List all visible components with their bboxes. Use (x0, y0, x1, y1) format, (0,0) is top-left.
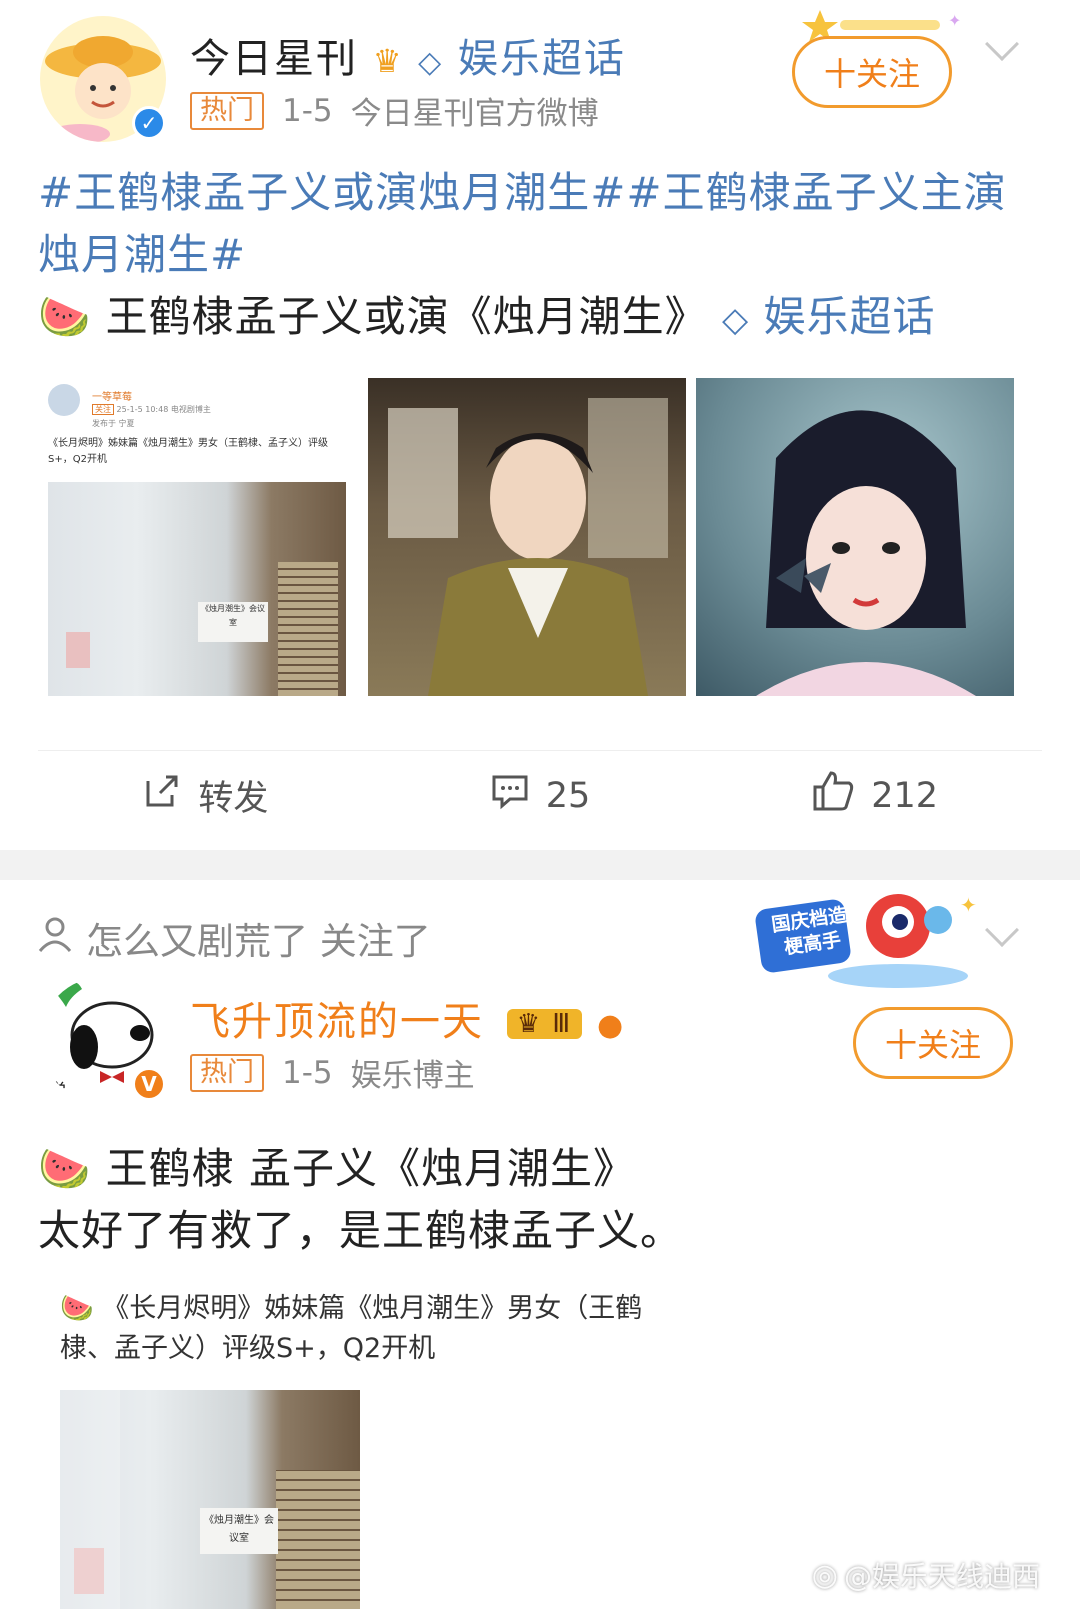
post-card: 怎么又剧荒了 关注了 ✦ 国庆档造梗高手 学 V 飞升顶流的一天 ♛ Ⅲ ● 热… (0, 880, 1080, 1609)
verified-badge-icon: V (132, 1067, 166, 1101)
thumb-avatar (48, 384, 80, 416)
share-icon (142, 771, 182, 820)
body-line: 🍉 王鹤棣孟子义或演《烛月潮生》 ◇ 娱乐超话 (38, 286, 1040, 351)
svg-text:✦: ✦ (960, 893, 977, 917)
post-image-1[interactable]: 一等草莓 关注 25-1-5 10:48 电视剧博主 发布于 宁夏 《长月烬明》… (40, 378, 358, 696)
comment-icon (490, 771, 530, 820)
like-button[interactable]: 212 (707, 769, 1042, 822)
recommend-text: 怎么又剧荒了 关注了 (86, 920, 431, 963)
body-line-2: 太好了有救了，是王鹤棣孟子义。 (38, 1206, 684, 1255)
image-grid: 一等草莓 关注 25-1-5 10:48 电视剧博主 发布于 宁夏 《长月烬明》… (40, 378, 1014, 696)
thumb-photo: 《烛月潮生》会议室 (48, 482, 346, 696)
svg-text:✦: ✦ (948, 11, 960, 30)
post-date: 1-5 (282, 92, 333, 129)
hot-tag: 热门 (190, 91, 264, 130)
crown-icon: ♛ (516, 1009, 543, 1039)
post-text: 🍉 王鹤棣 孟子义《烛月潮生》 太好了有救了，是王鹤棣孟子义。 (38, 1138, 1040, 1262)
repost-label: 转发 (198, 779, 269, 819)
comment-count: 25 (545, 775, 591, 816)
avatar[interactable]: ✓ (40, 16, 166, 142)
thumbs-up-icon (811, 769, 855, 822)
person-icon (36, 915, 74, 962)
follow-button[interactable]: 十关注 (853, 1007, 1013, 1079)
fish-icon: ● (596, 1008, 626, 1043)
quoted-text: 🍉 《长月烬明》姊妹篇《烛月潮生》男女（王鹤棣、孟子义）评级S+，Q2开机 (60, 1293, 643, 1364)
post-source: 今日星刊官方微博 (350, 96, 599, 132)
chevron-down-icon[interactable] (985, 27, 1019, 61)
thumb-sign: 《烛月潮生》会议室 (198, 602, 268, 642)
thumb-text: 《长月烬明》姊妹篇《烛月潮生》男女（王鹤棣、孟子义）评级S+，Q2开机 (48, 438, 328, 465)
thumb-location: 发布于 宁夏 (92, 419, 135, 428)
avatar[interactable]: 学 V (40, 977, 166, 1103)
post-date: 1-5 (282, 1054, 333, 1091)
diamond-icon: ◇ (722, 300, 750, 340)
username[interactable]: 飞升顶流的一天 (190, 999, 484, 1045)
comment-button[interactable]: 25 (373, 771, 708, 820)
level-badge: ♛ Ⅲ (506, 1009, 583, 1039)
supertopic-badge[interactable]: 娱乐超话 (458, 36, 626, 82)
watermelon-icon: 🍉 (38, 292, 92, 341)
chevron-down-icon[interactable] (985, 913, 1019, 947)
post-meta: 热门 1-5 娱乐博主 (190, 1050, 475, 1095)
verified-badge-icon: ✓ (132, 106, 166, 140)
like-count: 212 (871, 775, 939, 816)
post-text: #王鹤棣孟子义或演烛月潮生##王鹤棣孟子义主演烛月潮生# 🍉 王鹤棣孟子义或演《… (38, 162, 1040, 351)
weibo-logo-icon: ◎ (811, 1557, 838, 1593)
watermark: ◎ @娱乐天线迪西 (811, 1557, 1040, 1594)
username[interactable]: 今日星刊 (190, 36, 358, 82)
diamond-icon: ◇ (418, 45, 444, 80)
thumb-name: 一等草莓 (92, 392, 132, 403)
post-meta: 热门 1-5 今日星刊官方微博 (190, 88, 599, 133)
hot-tag: 热门 (190, 1053, 264, 1092)
repost-button[interactable]: 转发 (38, 770, 373, 821)
supertopic-link[interactable]: 娱乐超话 (764, 292, 936, 341)
post-image-3[interactable] (696, 378, 1014, 696)
watermelon-icon: 🍉 (60, 1293, 94, 1324)
post-card: ✓ 今日星刊 ♛ ◇ 娱乐超话 热门 1-5 今日星刊官方微博 ✦ 十关注 #王… (0, 0, 1080, 850)
quoted-sign: 《烛月潮生》会议室 (200, 1508, 278, 1554)
crown-icon: ♛ (372, 42, 404, 80)
action-bar: 转发 25 212 (38, 750, 1042, 840)
hashtag-line[interactable]: #王鹤棣孟子义或演烛月潮生##王鹤棣孟子义主演烛月潮生# (38, 162, 1040, 286)
body-line-1: 🍉 王鹤棣 孟子义《烛月潮生》 (38, 1144, 637, 1193)
post-image-2[interactable] (368, 378, 686, 696)
follow-button[interactable]: 十关注 (792, 36, 952, 108)
svg-text:学: 学 (48, 1081, 66, 1102)
watermelon-icon: 🍉 (38, 1144, 92, 1193)
thumb-meta: 关注 25-1-5 10:48 电视剧博主 (92, 404, 211, 415)
username-row: 飞升顶流的一天 ♛ Ⅲ ● (190, 989, 625, 1047)
holiday-sticker: ✦ 国庆档造梗高手 (748, 886, 978, 994)
body-text: 王鹤棣孟子义或演《烛月潮生》 (105, 292, 708, 341)
post-source: 娱乐博主 (350, 1058, 475, 1094)
username-row: 今日星刊 ♛ ◇ 娱乐超话 (190, 26, 626, 84)
quoted-image[interactable]: 《烛月潮生》会议室 (60, 1390, 360, 1609)
feed-separator (0, 850, 1080, 880)
recommend-line: 怎么又剧荒了 关注了 (36, 911, 431, 965)
